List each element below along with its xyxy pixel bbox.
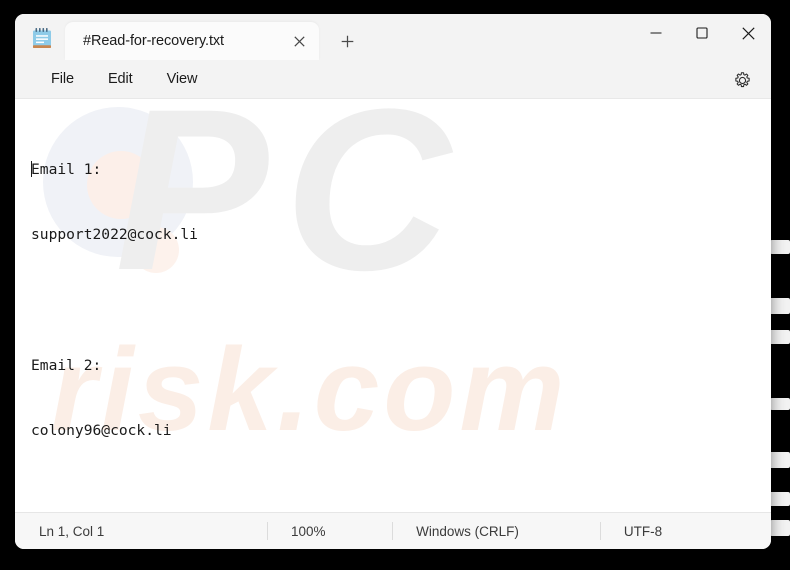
- notepad-window: #Read-for-recovery.txt File Edit View PC…: [15, 14, 771, 549]
- tab-title: #Read-for-recovery.txt: [83, 33, 224, 49]
- background-artifact: [770, 398, 790, 410]
- status-encoding[interactable]: UTF-8: [599, 513, 771, 549]
- background-artifact: [768, 492, 790, 506]
- menu-edit[interactable]: Edit: [94, 66, 147, 92]
- text-line: Email 1:: [31, 160, 102, 178]
- background-artifact: [770, 520, 790, 536]
- text-line-caret: Email 1:: [31, 159, 771, 181]
- text-line: colony96@cock.li: [31, 422, 172, 440]
- background-artifact: [768, 330, 790, 344]
- screen: #Read-for-recovery.txt File Edit View PC…: [0, 0, 790, 570]
- gear-icon[interactable]: [727, 66, 757, 94]
- background-artifact: [770, 240, 790, 254]
- menu-view[interactable]: View: [153, 66, 212, 92]
- text-line: [31, 486, 771, 508]
- status-zoom-level[interactable]: 100%: [266, 513, 392, 549]
- menu-file[interactable]: File: [37, 66, 88, 92]
- tab-read-for-recovery[interactable]: #Read-for-recovery.txt: [65, 22, 319, 60]
- maximize-icon[interactable]: [679, 14, 725, 52]
- close-icon[interactable]: [285, 28, 313, 54]
- status-line-ending[interactable]: Windows (CRLF): [392, 513, 600, 549]
- close-icon[interactable]: [725, 14, 771, 52]
- plus-icon[interactable]: [329, 25, 365, 57]
- text-editor-area[interactable]: PC risk.com Email 1: support2022@cock.li…: [15, 99, 771, 512]
- minimize-icon[interactable]: [633, 14, 679, 52]
- window-caption-buttons: [633, 14, 771, 52]
- text-line: Email 2:: [31, 356, 102, 374]
- text-line: support2022@cock.li: [31, 225, 198, 243]
- document-text[interactable]: Email 1: support2022@cock.li Email 2: co…: [15, 99, 771, 512]
- title-bar: #Read-for-recovery.txt: [15, 14, 771, 60]
- menu-bar: File Edit View: [15, 60, 771, 99]
- status-bar: Ln 1, Col 1 100% Windows (CRLF) UTF-8: [15, 512, 771, 549]
- tab-strip: #Read-for-recovery.txt: [65, 14, 365, 60]
- text-line: [31, 289, 771, 311]
- status-cursor-position: Ln 1, Col 1: [39, 523, 105, 539]
- notepad-icon: [31, 27, 53, 51]
